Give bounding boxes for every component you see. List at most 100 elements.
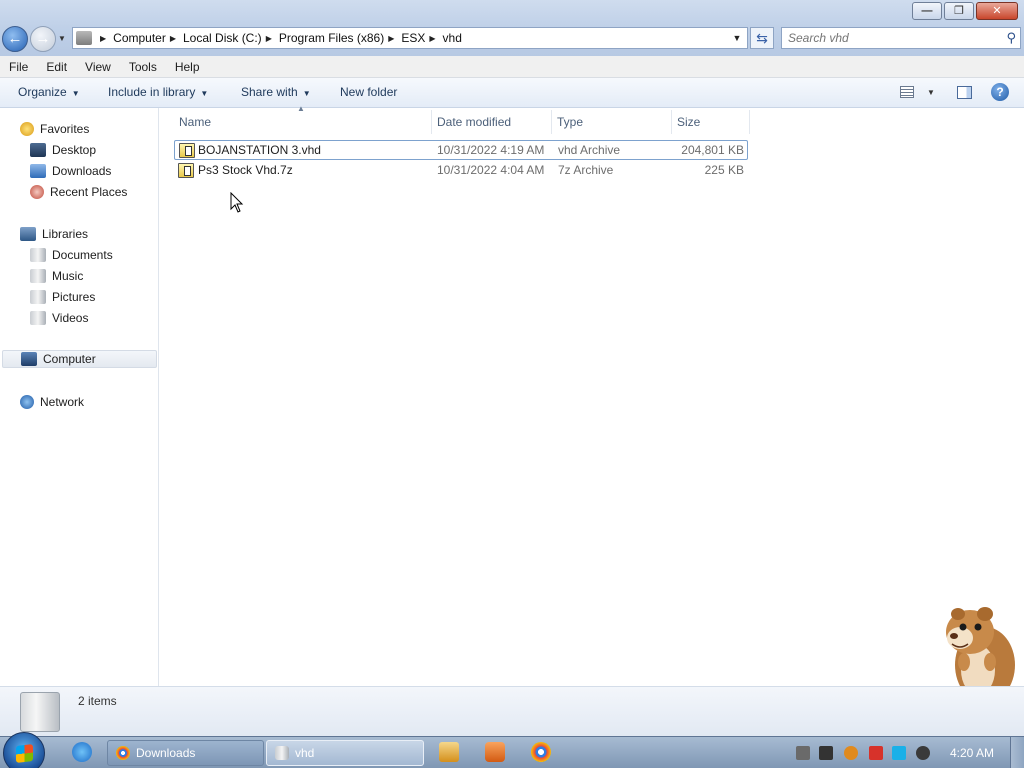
minimize-button[interactable]: — [912,2,942,20]
nav-downloads[interactable]: Downloads [30,162,111,180]
recent-places-icon [30,185,44,199]
chevron-right-icon[interactable]: ▶ [388,34,394,43]
help-icon[interactable]: ? [991,83,1009,101]
maximize-button[interactable]: ❐ [944,2,974,20]
nav-network[interactable]: Network [20,393,84,411]
include-in-library-label: Include in library [108,85,196,99]
preview-pane-icon[interactable] [957,86,972,99]
tray-monitor-icon[interactable] [892,746,906,760]
include-in-library-button[interactable]: Include in library ▼ [108,85,208,99]
navigation-pane: Favorites Desktop Downloads Recent Place… [0,108,159,686]
breadcrumb-vhd[interactable]: vhd [443,31,462,45]
search-icon[interactable]: ⚲ [1006,30,1016,46]
close-icon: ✕ [992,5,1002,17]
tray-app-icon[interactable] [796,746,810,760]
show-desktop-button[interactable] [1010,737,1024,768]
nav-label: Videos [52,311,89,325]
address-bar[interactable]: ▶ Computer ▶ Local Disk (C:) ▶ Program Fil… [72,27,748,49]
column-header-date[interactable]: Date modified [432,110,552,134]
nav-favorites[interactable]: Favorites [20,120,89,138]
chevron-right-icon[interactable]: ▶ [170,34,176,43]
tray-search-icon[interactable] [844,746,858,760]
column-header-size[interactable]: Size [672,110,750,134]
nav-videos[interactable]: Videos [30,309,88,327]
explorer-folder-icon [275,746,289,760]
archive-file-icon [178,163,194,178]
tray-tool-icon[interactable] [819,746,833,760]
chevron-right-icon[interactable]: ▶ [266,34,272,43]
breadcrumb-label: vhd [442,31,462,45]
search-box[interactable]: ⚲ [781,27,1021,49]
downloads-icon [30,164,46,178]
breadcrumb-computer[interactable]: Computer ▶ [113,31,183,45]
nav-libraries[interactable]: Libraries [20,225,88,243]
mouse-cursor-icon [230,192,244,213]
clock[interactable]: 4:20 AM [950,746,994,760]
internet-explorer-icon[interactable] [72,742,92,762]
file-date: 10/31/2022 4:04 AM [437,163,545,177]
share-with-button[interactable]: Share with ▼ [241,85,311,99]
breadcrumb-program-files[interactable]: Program Files (x86) ▶ [279,31,402,45]
back-button[interactable]: ← [2,26,28,52]
nav-label: Desktop [52,143,97,157]
taskbar-button-downloads[interactable]: Downloads [107,740,264,766]
share-with-label: Share with [241,85,298,99]
details-pane: 2 items [0,686,1024,736]
breadcrumb-local-disk[interactable]: Local Disk (C:) ▶ [183,31,279,45]
forward-button[interactable]: → [30,26,56,52]
file-size: 204,801 KB [681,143,744,157]
music-icon [30,269,46,283]
start-button[interactable] [3,732,45,768]
nav-label: Favorites [40,122,90,136]
view-options-dropdown[interactable]: ▼ [927,88,935,97]
nav-label: Documents [52,248,113,262]
nav-label: Network [40,395,85,409]
nav-pictures[interactable]: Pictures [30,288,95,306]
menu-help[interactable]: Help [166,60,209,74]
tray-volume-icon[interactable] [916,746,930,760]
close-button[interactable]: ✕ [976,2,1018,20]
nav-computer[interactable]: Computer [2,350,157,368]
nav-documents[interactable]: Documents [30,246,113,264]
change-view-icon[interactable] [900,86,914,98]
menu-file[interactable]: File [0,60,37,74]
nav-music[interactable]: Music [30,267,83,285]
file-row[interactable]: BOJANSTATION 3.vhd 10/31/2022 4:19 AM vh… [174,140,748,160]
address-dropdown-button[interactable]: ▼ [729,28,745,48]
nav-desktop[interactable]: Desktop [30,141,96,159]
nav-recent-places[interactable]: Recent Places [30,183,127,201]
media-player-icon[interactable] [439,742,459,762]
file-row[interactable]: Ps3 Stock Vhd.7z 10/31/2022 4:04 AM 7z A… [174,161,748,181]
address-arrow[interactable]: ▶ [96,34,113,43]
search-input[interactable] [788,28,998,48]
column-header-type[interactable]: Type [552,110,672,134]
menu-view[interactable]: View [76,60,120,74]
chevron-right-icon[interactable]: ▶ [429,34,435,43]
vhd-file-icon [179,143,195,158]
menu-tools[interactable]: Tools [120,60,166,74]
file-size: 225 KB [704,163,744,177]
file-date: 10/31/2022 4:19 AM [437,143,545,157]
recent-pages-dropdown[interactable]: ▼ [58,34,66,43]
nav-label: Downloads [52,164,112,178]
breadcrumb-esx[interactable]: ESX ▶ [401,31,442,45]
new-folder-label: New folder [340,85,398,99]
app-icon[interactable] [485,742,505,762]
back-arrow-icon: ← [7,30,23,47]
file-name: BOJANSTATION 3.vhd [198,143,321,157]
forward-arrow-icon: → [35,30,51,47]
menu-bar: File Edit View Tools Help [0,56,1024,78]
chrome-icon[interactable] [531,742,551,762]
tray-flag-icon[interactable] [869,746,883,760]
refresh-button[interactable]: ⇆ [750,27,774,49]
libraries-icon [20,227,36,241]
new-folder-button[interactable]: New folder [340,85,397,99]
taskbar-button-vhd[interactable]: vhd [266,740,424,766]
column-header-name[interactable]: Name [174,110,432,134]
chevron-down-icon: ▼ [200,89,209,98]
window-controls: — ❐ ✕ [910,2,1018,20]
nav-label: Pictures [52,290,96,304]
organize-button[interactable]: Organize ▼ [18,85,80,99]
menu-edit[interactable]: Edit [37,60,76,74]
folder-icon [20,692,60,732]
